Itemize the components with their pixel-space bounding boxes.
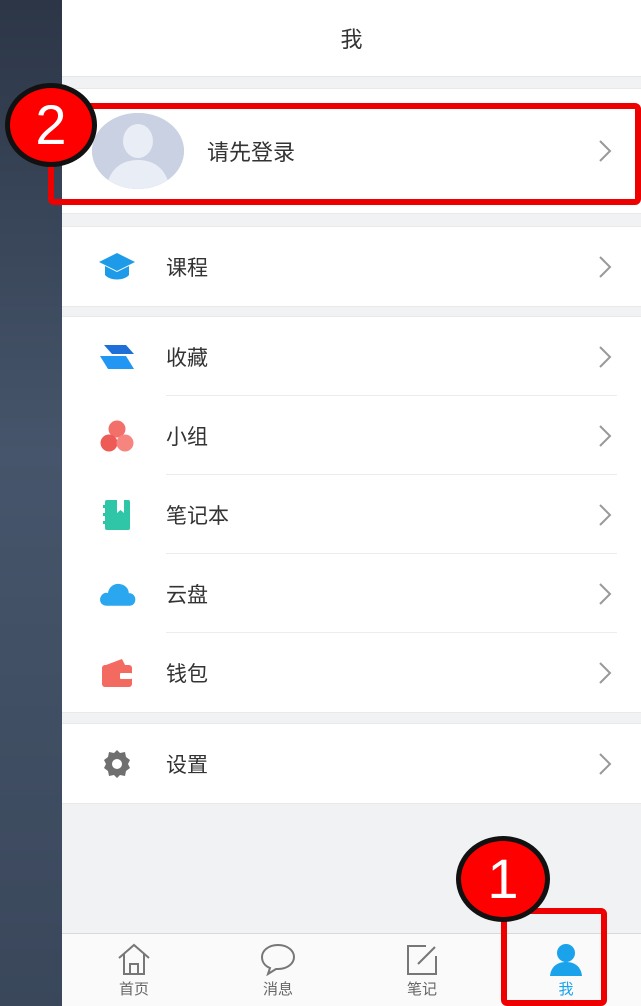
home-icon xyxy=(118,943,150,975)
cloud-icon xyxy=(98,575,136,613)
menu-item-label: 课程 xyxy=(166,255,208,280)
course-section: 课程 xyxy=(62,226,641,307)
chevron-right-icon xyxy=(599,345,612,368)
wallet-icon xyxy=(98,654,136,692)
tab-notes[interactable]: 笔记 xyxy=(350,934,494,1006)
highlight-me-tab-box xyxy=(501,908,607,1006)
page-title: 我 xyxy=(340,28,363,53)
callout-number-1: 1 xyxy=(456,836,550,922)
gear-icon xyxy=(98,745,136,783)
chevron-right-icon xyxy=(599,424,612,447)
menu-item-label: 设置 xyxy=(166,752,208,777)
group-icon xyxy=(98,417,136,455)
chevron-right-icon xyxy=(599,752,612,775)
tab-home[interactable]: 首页 xyxy=(62,934,206,1006)
notebook-icon xyxy=(98,496,136,534)
tab-messages[interactable]: 消息 xyxy=(206,934,350,1006)
menu-item-group[interactable]: 小组 xyxy=(62,396,641,475)
collection-icon xyxy=(98,338,136,376)
tab-label: 首页 xyxy=(118,980,149,998)
menu-item-course[interactable]: 课程 xyxy=(62,227,641,306)
main-menu-section: 收藏 小组 笔记本 云盘 钱包 xyxy=(62,316,641,713)
page-header: 我 xyxy=(62,0,641,77)
menu-item-label: 小组 xyxy=(166,424,208,449)
message-icon xyxy=(260,943,296,976)
menu-item-label: 笔记本 xyxy=(166,503,229,528)
graduation-cap-icon xyxy=(98,248,136,286)
menu-item-label: 云盘 xyxy=(166,582,208,607)
chevron-right-icon xyxy=(599,503,612,526)
tab-label: 笔记 xyxy=(406,980,437,998)
settings-section: 设置 xyxy=(62,723,641,804)
menu-item-wallet[interactable]: 钱包 xyxy=(62,633,641,712)
note-edit-icon xyxy=(407,945,437,975)
chevron-right-icon xyxy=(599,582,612,605)
tab-label: 消息 xyxy=(262,980,293,998)
chevron-right-icon xyxy=(599,661,612,684)
menu-item-label: 收藏 xyxy=(166,345,208,370)
menu-item-cloud[interactable]: 云盘 xyxy=(62,554,641,633)
chevron-right-icon xyxy=(599,255,612,278)
menu-item-notebook[interactable]: 笔记本 xyxy=(62,475,641,554)
menu-item-collection[interactable]: 收藏 xyxy=(62,317,641,396)
highlight-login-box xyxy=(48,103,641,205)
menu-item-label: 钱包 xyxy=(166,661,208,686)
menu-item-settings[interactable]: 设置 xyxy=(62,724,641,803)
callout-number-2: 2 xyxy=(5,83,97,167)
